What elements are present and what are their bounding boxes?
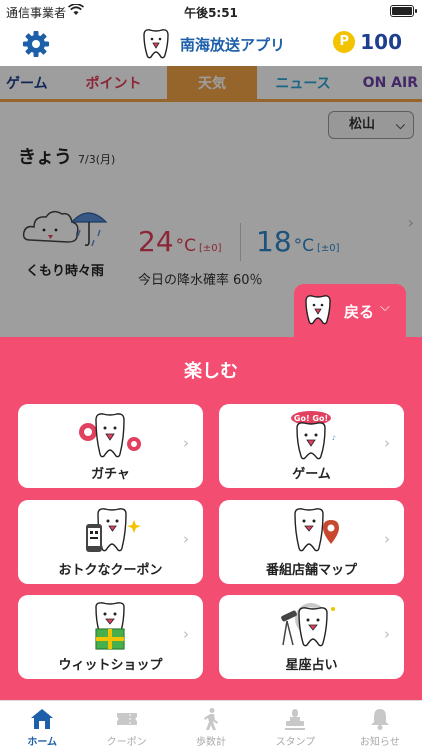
coupon-card[interactable]: おトクなクーポン › bbox=[18, 500, 203, 584]
point-coin-icon: P bbox=[333, 31, 356, 53]
horoscope-card[interactable]: 星座占い › bbox=[219, 595, 404, 679]
clock: 午後5:51 bbox=[184, 6, 238, 20]
chevron-right-icon: › bbox=[384, 530, 390, 548]
go-go-badge: Go! Go! bbox=[294, 414, 328, 423]
nav-stamp[interactable]: スタンプ bbox=[253, 701, 337, 750]
nav-coupon[interactable]: クーポン bbox=[84, 701, 168, 750]
battery-icon bbox=[390, 5, 417, 17]
status-bar: 通信事業者 午後5:51 bbox=[0, 0, 422, 22]
map-card[interactable]: 番組店舗マップ › bbox=[219, 500, 404, 584]
app-header: 南海放送アプリ P 100 bbox=[0, 22, 422, 66]
game-card[interactable]: Go! Go! ♪ ゲーム › bbox=[219, 404, 404, 488]
card-label: 星座占い bbox=[285, 658, 338, 673]
mascot-logo-icon bbox=[143, 29, 169, 59]
nav-label: お知らせ bbox=[359, 737, 400, 748]
nav-label: クーポン bbox=[106, 737, 147, 748]
mascot-icon bbox=[305, 295, 331, 325]
stamp-icon bbox=[285, 709, 306, 730]
enjoy-panel: 楽しむ ガチャ › Go! Go! ♪ ゲーム › おトクなクーポン › 番組店… bbox=[0, 337, 422, 700]
map-mascot-icon bbox=[294, 508, 339, 552]
nav-label: ホーム bbox=[27, 737, 58, 748]
chevron-down-icon: ⌵ bbox=[380, 300, 390, 315]
points-value: 100 bbox=[360, 30, 402, 54]
card-label: ゲーム bbox=[292, 467, 331, 482]
svg-text:♪: ♪ bbox=[332, 435, 336, 442]
chevron-right-icon: › bbox=[384, 625, 390, 643]
shop-card[interactable]: ウィットショップ › bbox=[18, 595, 203, 679]
back-button[interactable]: 戻る ⌵ bbox=[294, 284, 406, 338]
gacha-mascot-icon bbox=[79, 413, 141, 458]
coupon-mascot-icon bbox=[86, 508, 141, 552]
walker-icon bbox=[204, 708, 219, 730]
app-name: 南海放送アプリ bbox=[180, 35, 286, 54]
back-label: 戻る bbox=[344, 303, 375, 321]
chevron-right-icon: › bbox=[183, 625, 189, 643]
nav-home[interactable]: ホーム bbox=[0, 701, 84, 750]
card-label: ウィットショップ bbox=[58, 658, 163, 673]
ticket-icon bbox=[116, 713, 137, 725]
card-label: おトクなクーポン bbox=[58, 563, 163, 578]
bell-icon bbox=[370, 709, 389, 730]
card-label: 番組店舗マップ bbox=[265, 563, 357, 578]
gacha-card[interactable]: ガチャ › bbox=[18, 404, 203, 488]
nav-pedometer[interactable]: 歩数計 bbox=[169, 701, 253, 750]
home-icon bbox=[31, 709, 54, 729]
bottom-navigation: ホーム クーポン 歩数計 スタンプ お知らせ bbox=[0, 700, 422, 750]
gear-icon[interactable] bbox=[22, 30, 50, 58]
chevron-right-icon: › bbox=[183, 530, 189, 548]
game-mascot-icon: Go! Go! ♪ bbox=[291, 411, 336, 460]
chevron-right-icon: › bbox=[384, 434, 390, 452]
card-label: ガチャ bbox=[91, 467, 130, 482]
points-display[interactable]: P 100 bbox=[333, 30, 402, 54]
app-brand: 南海放送アプリ bbox=[140, 26, 285, 62]
horoscope-mascot-icon bbox=[281, 603, 335, 647]
nav-label: スタンプ bbox=[275, 737, 316, 748]
shop-mascot-icon bbox=[95, 602, 125, 650]
nav-notifications[interactable]: お知らせ bbox=[338, 701, 422, 750]
chevron-right-icon: › bbox=[183, 434, 189, 452]
nav-label: 歩数計 bbox=[196, 737, 227, 748]
panel-title: 楽しむ bbox=[184, 361, 238, 382]
